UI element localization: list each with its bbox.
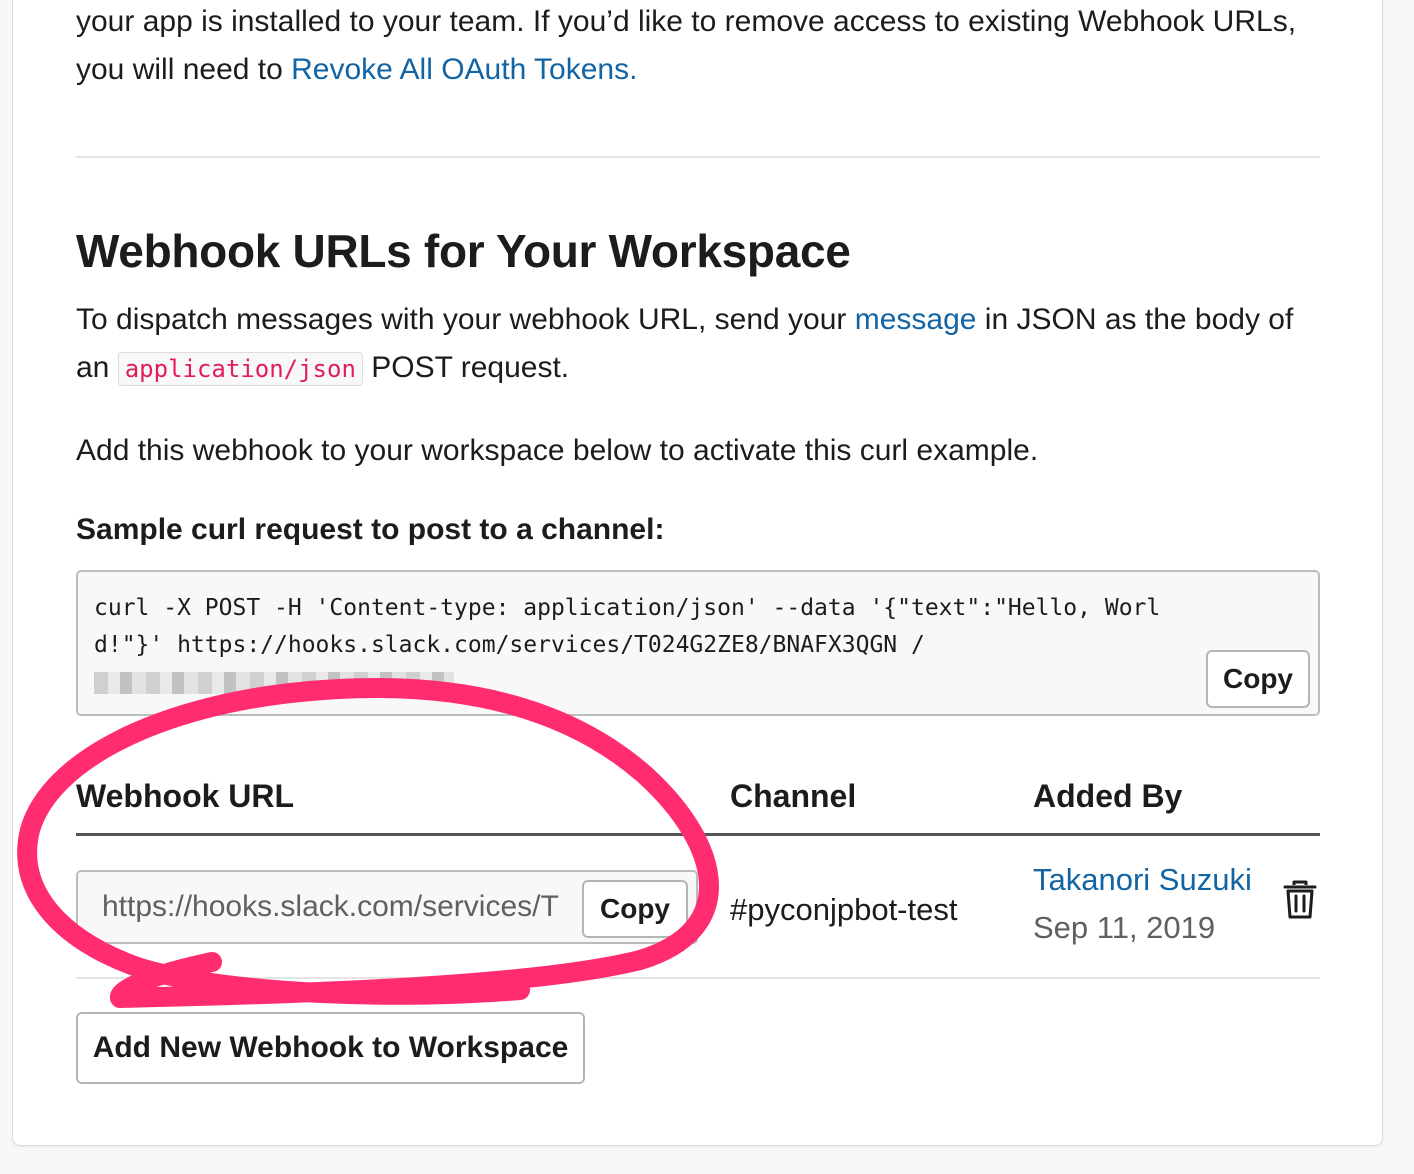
table-row-divider — [76, 977, 1320, 979]
redacted-token — [94, 671, 454, 694]
content-type-code: application/json — [117, 352, 363, 386]
curl-code-block: curl -X POST -H 'Content-type: applicati… — [76, 570, 1320, 716]
activate-note: Add this webhook to your workspace below… — [76, 434, 1039, 467]
section-divider — [76, 156, 1320, 158]
curl-code-text: curl -X POST -H 'Content-type: applicati… — [94, 590, 1174, 701]
trash-icon-glyph — [1283, 880, 1317, 919]
added-by-user-link[interactable]: Takanori Suzuki — [1033, 858, 1252, 902]
section-description: To dispatch messages with your webhook U… — [76, 296, 1320, 393]
channel-name: #pyconjpbot-test — [730, 892, 958, 927]
header-channel: Channel — [730, 778, 857, 814]
trash-icon[interactable] — [1282, 880, 1318, 920]
added-date: Sep 11, 2019 — [1033, 910, 1216, 945]
table-header-rule — [76, 833, 1320, 836]
copy-webhook-url-button[interactable]: Copy — [582, 880, 688, 938]
desc-text-1: To dispatch messages with your webhook U… — [76, 303, 855, 336]
message-link[interactable]: message — [855, 303, 977, 336]
intro-paragraph: your app is installed to your team. If y… — [76, 0, 1320, 94]
redacted-prefix: / — [910, 632, 925, 658]
intro-text: your app is installed to your team. If y… — [76, 5, 1297, 86]
curl-command: curl -X POST -H 'Content-type: applicati… — [94, 595, 1161, 658]
copy-curl-button[interactable]: Copy — [1206, 650, 1310, 708]
revoke-tokens-link[interactable]: Revoke All OAuth Tokens. — [291, 53, 637, 86]
add-new-webhook-button[interactable]: Add New Webhook to Workspace — [76, 1012, 585, 1084]
desc-text-3: POST request. — [362, 351, 570, 384]
header-webhook-url: Webhook URL — [76, 778, 295, 814]
header-added-by: Added By — [1033, 778, 1183, 814]
webhook-url-input[interactable] — [78, 872, 612, 942]
webhook-url-field: Copy — [76, 870, 698, 944]
section-title: Webhook URLs for Your Workspace — [76, 225, 851, 277]
sample-curl-label: Sample curl request to post to a channel… — [76, 513, 665, 546]
